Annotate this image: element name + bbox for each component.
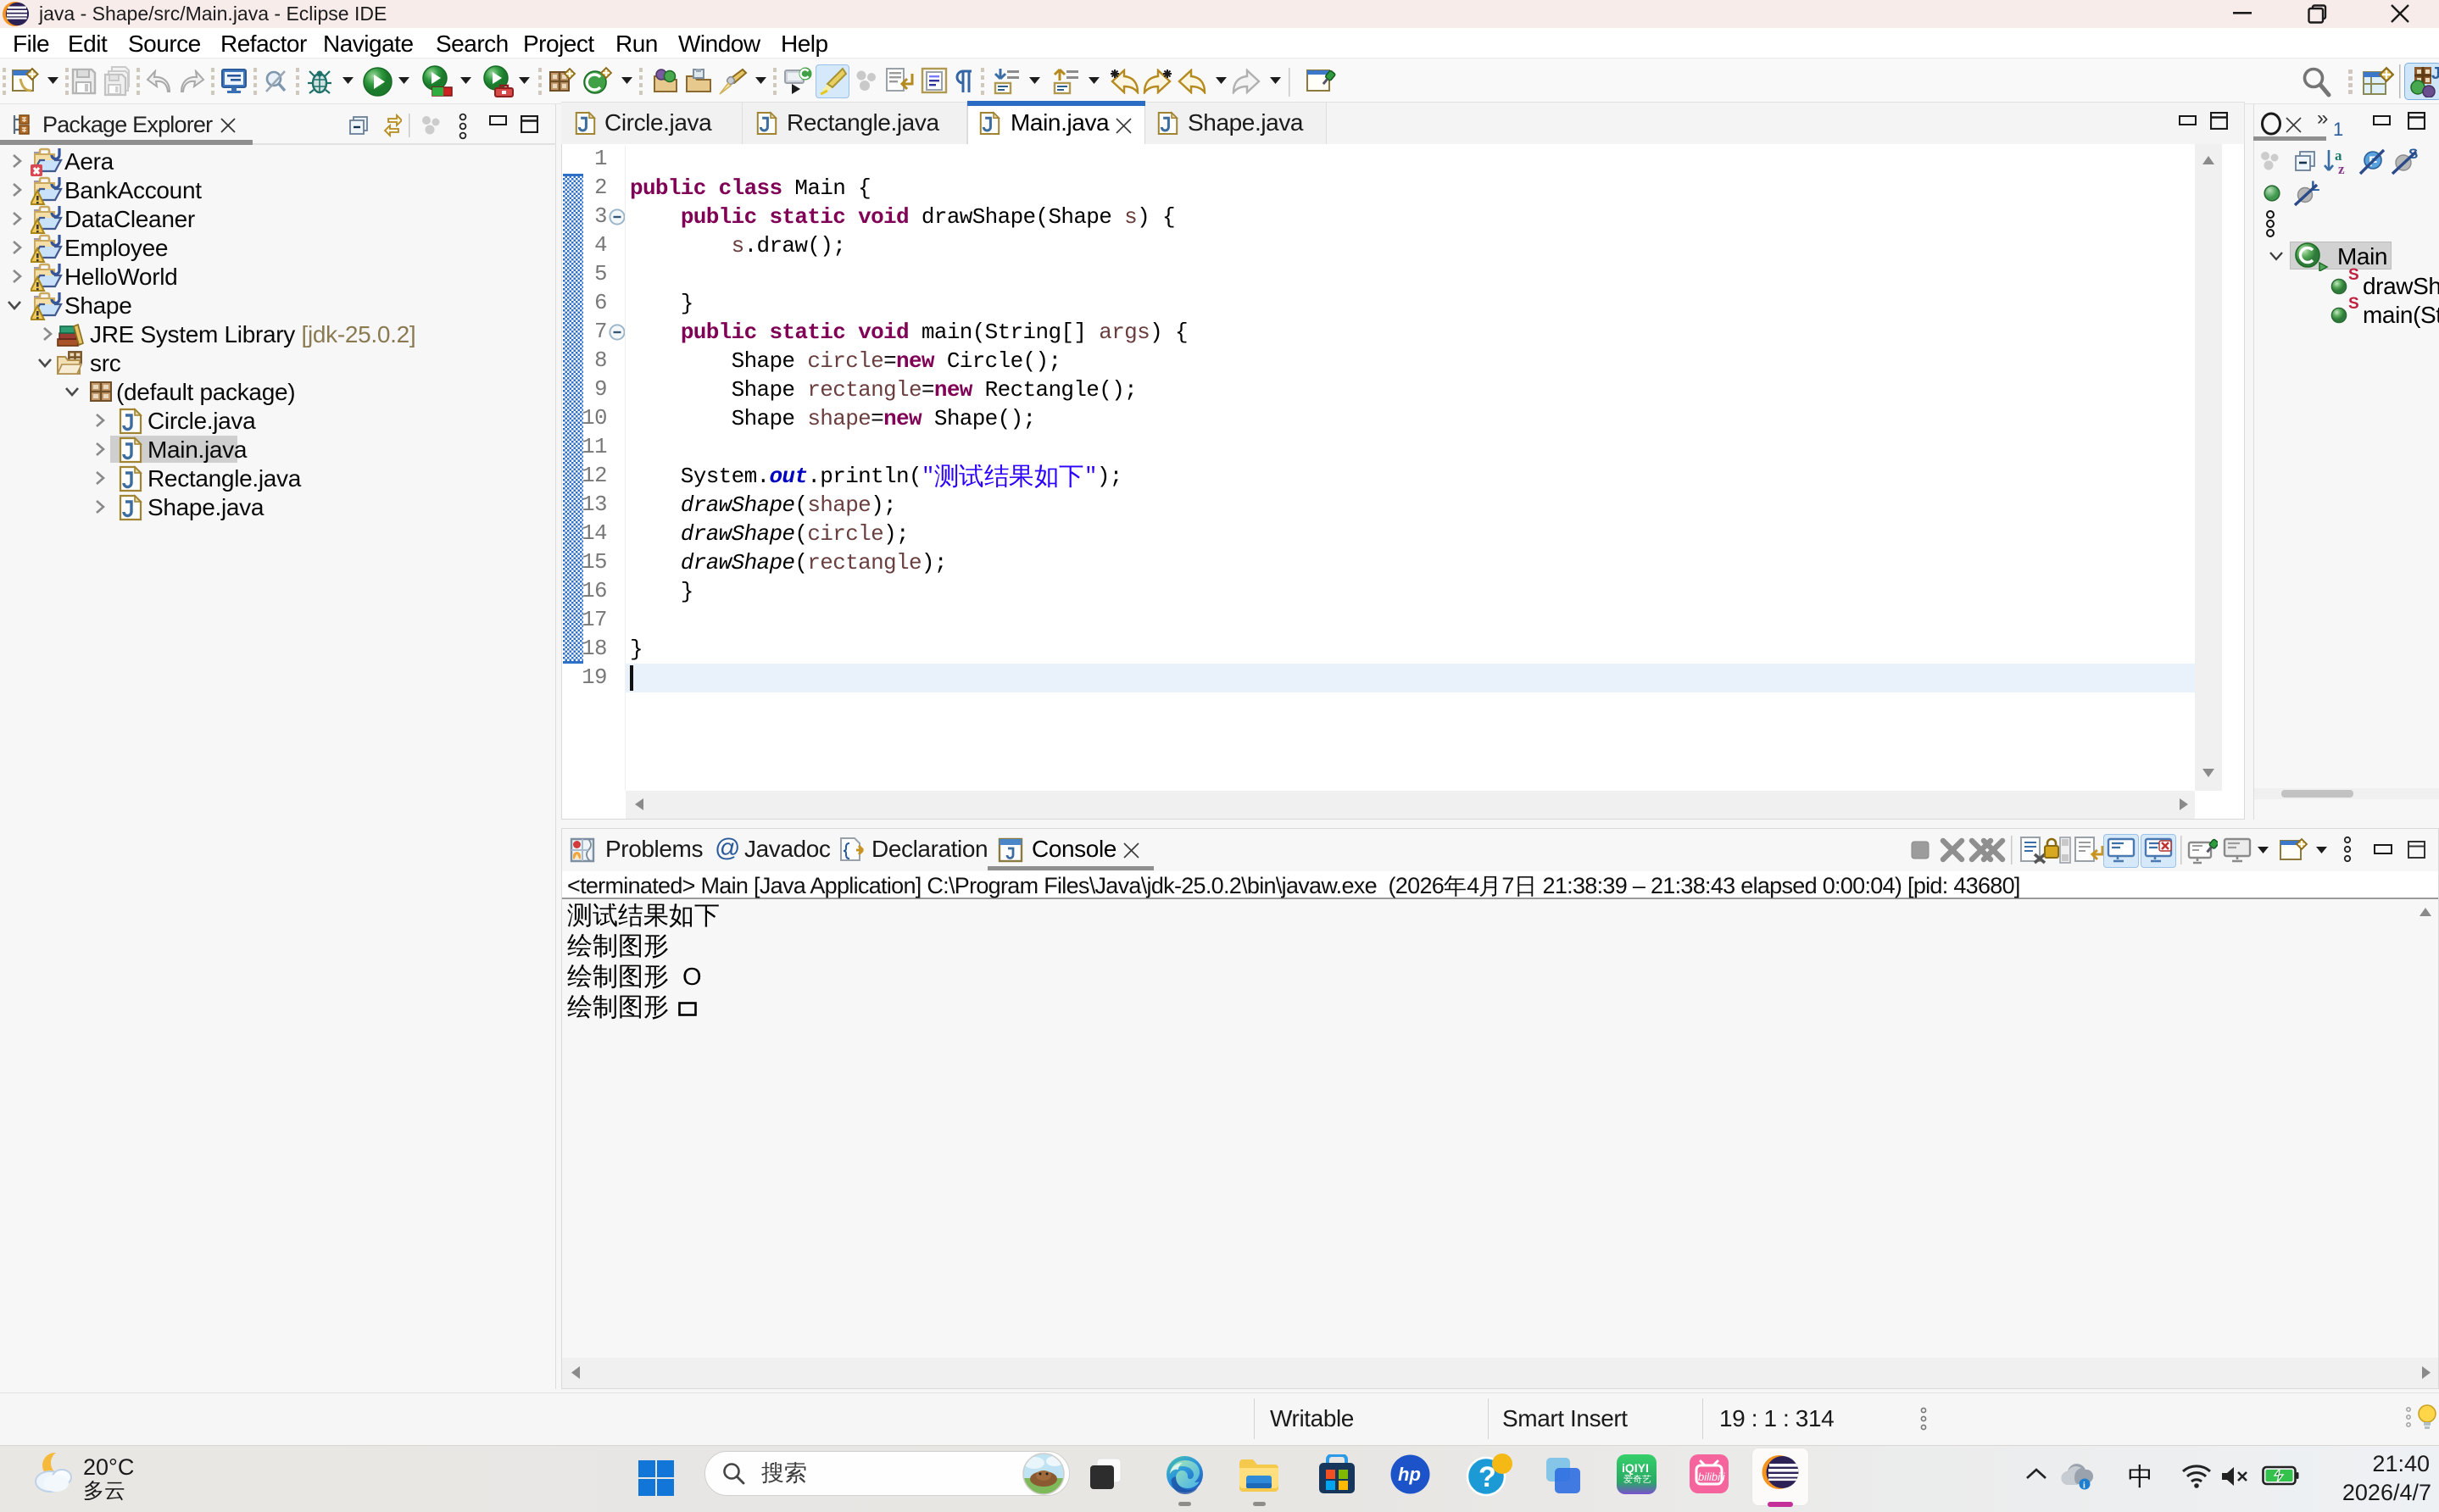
svg-text:z: z: [2338, 161, 2345, 175]
svg-text:bilibili: bilibili: [1698, 1470, 1726, 1483]
svg-text:hp: hp: [1398, 1464, 1421, 1485]
svg-text:iQIYI: iQIYI: [1622, 1461, 1649, 1475]
svg-text:i: i: [2083, 1481, 2085, 1491]
svg-text:J: J: [2431, 65, 2439, 83]
